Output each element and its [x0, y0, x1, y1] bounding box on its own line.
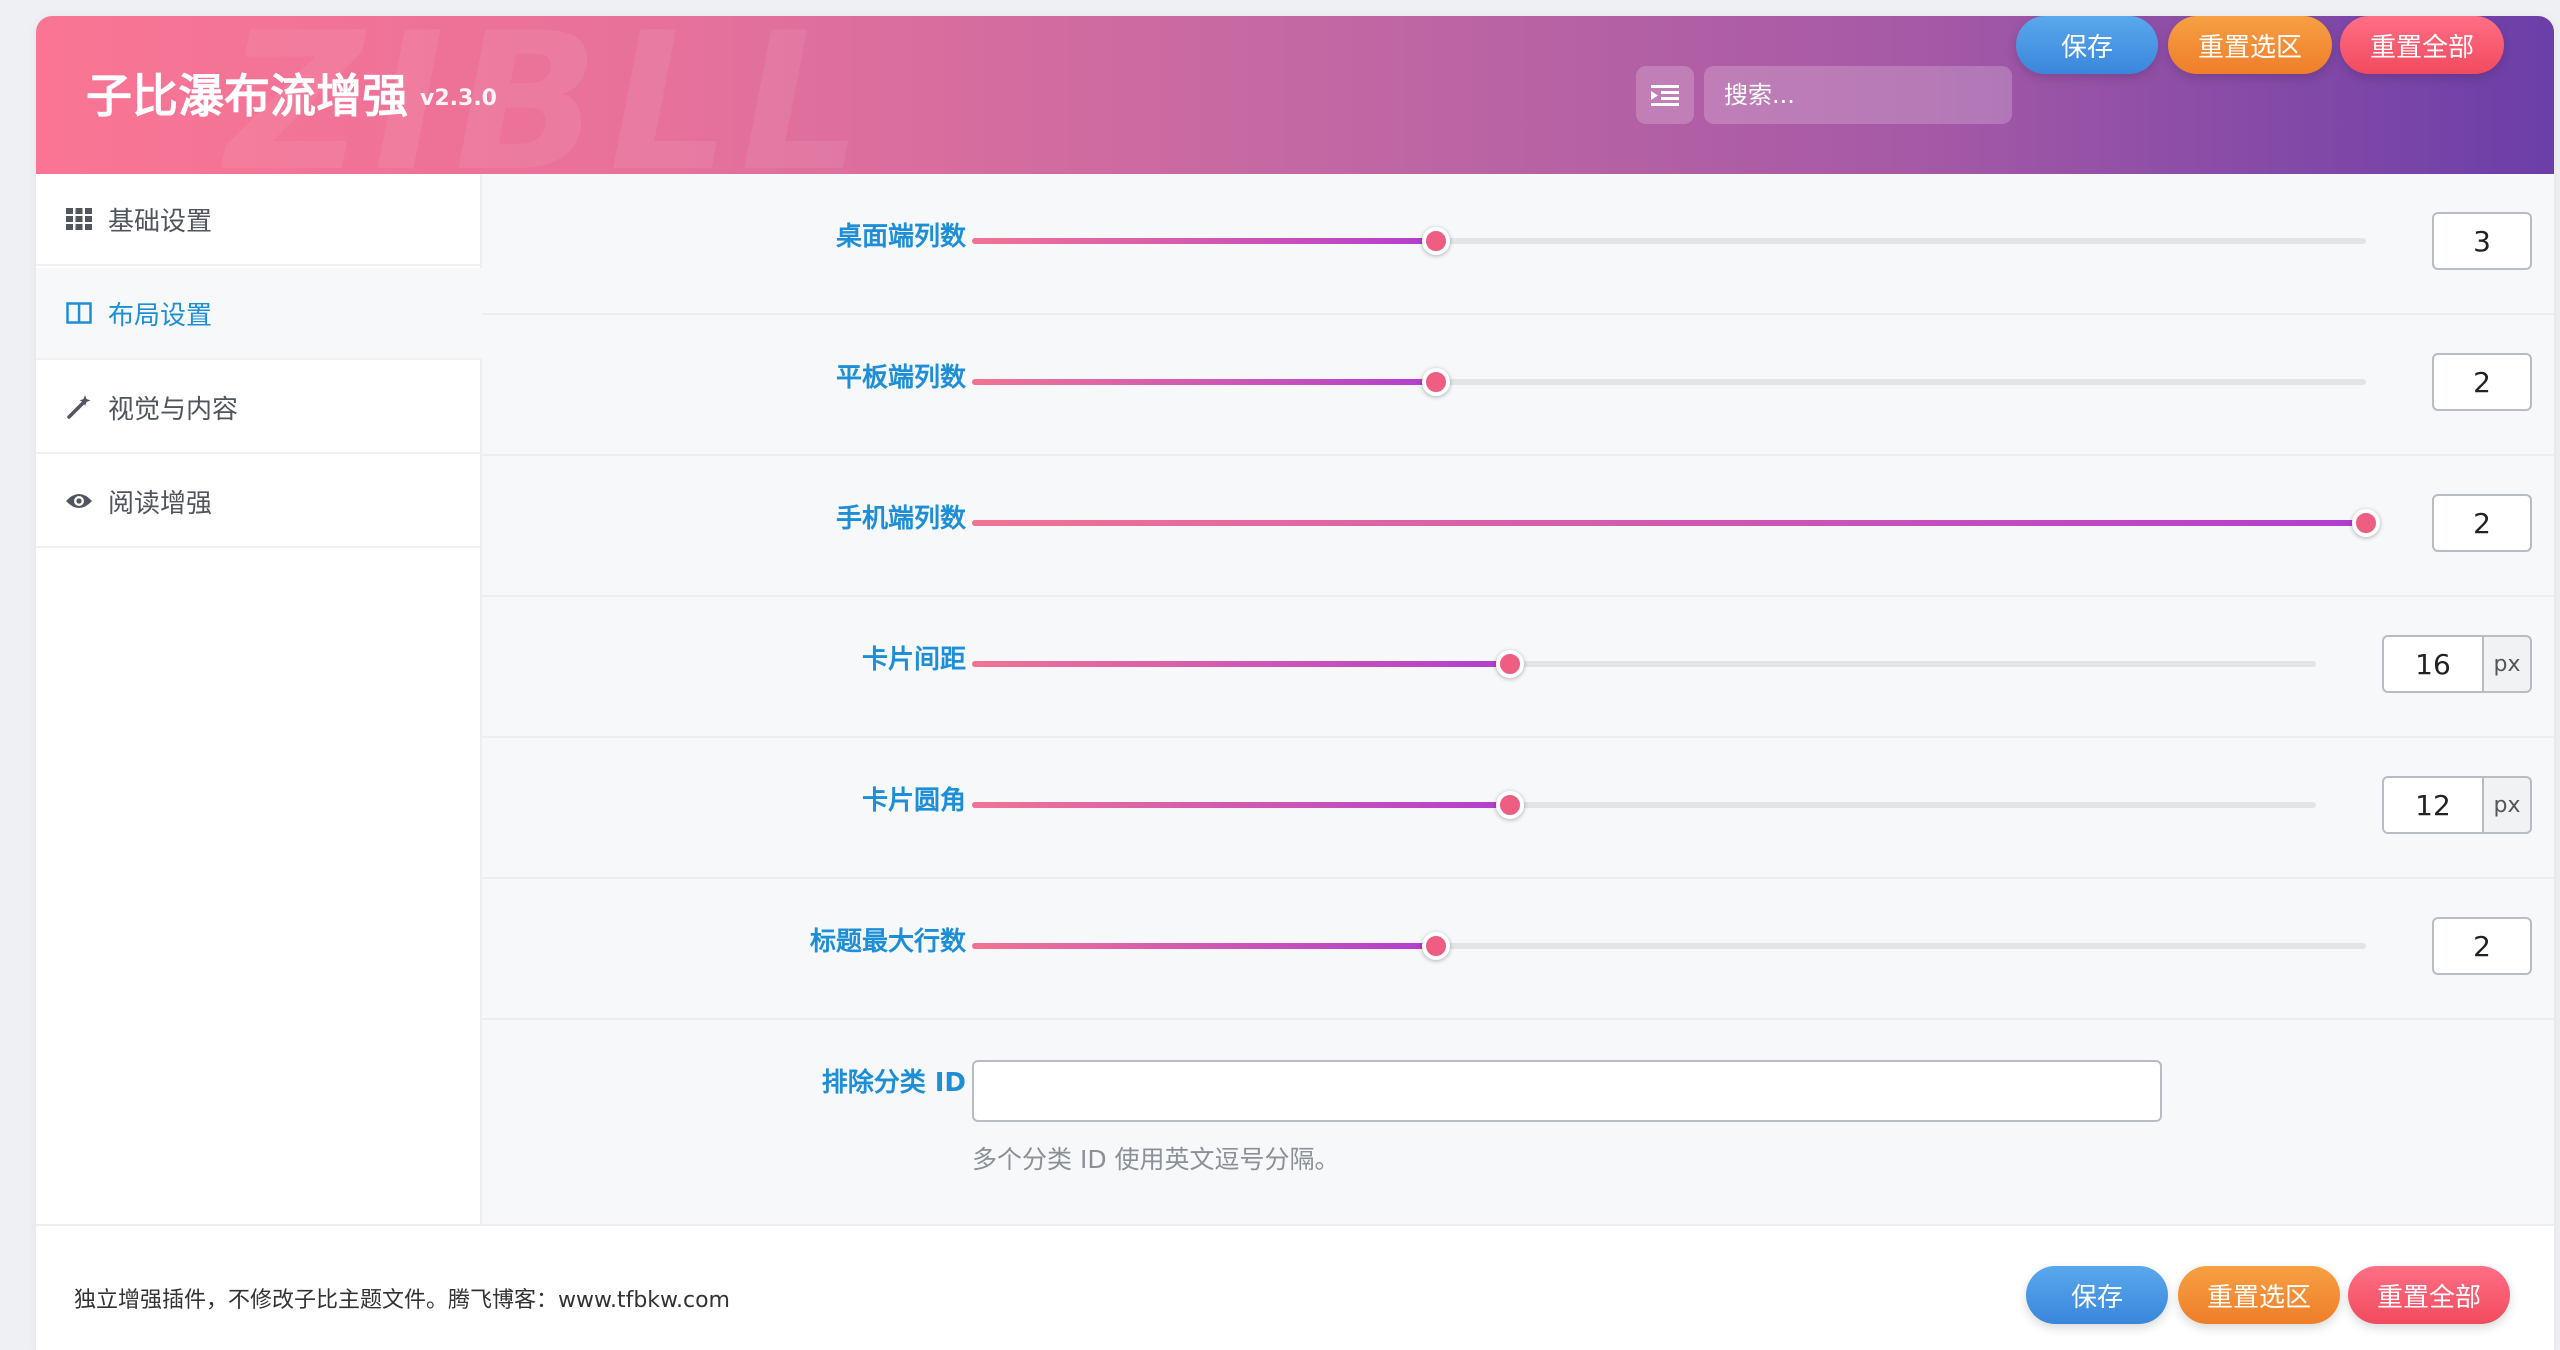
setting-label: 标题最大行数: [809, 927, 966, 957]
slider-thumb[interactable]: [1495, 791, 1524, 819]
tablet-columns-slider[interactable]: [972, 368, 2366, 396]
footer-reset-all-button[interactable]: 重置全部: [2348, 1266, 2510, 1324]
slider-thumb[interactable]: [2352, 509, 2380, 537]
search-input[interactable]: [1704, 66, 2012, 124]
header-bar: ZIBLL 子比瀑布流增强 v2.3.0 保存 重置选区 重置全部: [36, 16, 2554, 174]
app-title: 子比瀑布流增强: [86, 69, 408, 123]
footer-save-button[interactable]: 保存: [2026, 1266, 2168, 1324]
sidebar-item-basic[interactable]: 基础设置: [36, 174, 482, 266]
footer-note: 独立增强插件，不修改子比主题文件。腾飞博客：www.tfbkw.com: [74, 1288, 730, 1313]
tablet-columns-input[interactable]: 2: [2432, 353, 2532, 411]
unit-label: px: [2482, 635, 2532, 693]
eye-icon: [64, 486, 94, 516]
setting-row-desktop-columns: 桌面端列数 3: [482, 174, 2554, 315]
desktop-columns-input[interactable]: 3: [2432, 212, 2532, 270]
card-gap-input[interactable]: 16: [2382, 635, 2482, 693]
slider-fill: [972, 661, 1510, 667]
setting-row-exclude-category: 排除分类 ID 多个分类 ID 使用英文逗号分隔。: [482, 1020, 2554, 1224]
setting-label: 排除分类 ID: [821, 1068, 966, 1098]
slider-fill: [972, 238, 1437, 244]
setting-label: 平板端列数: [835, 363, 966, 393]
help-text: 多个分类 ID 使用英文逗号分隔。: [972, 1145, 1340, 1174]
unit-label: px: [2482, 776, 2532, 834]
sidebar-item-label: 阅读增强: [108, 488, 213, 519]
sidebar-item-label: 视觉与内容: [108, 394, 239, 425]
grid-icon: [64, 204, 94, 234]
setting-label: 桌面端列数: [835, 222, 966, 252]
footer-bar: 独立增强插件，不修改子比主题文件。腾飞博客：www.tfbkw.com 保存 重…: [36, 1224, 2554, 1350]
mobile-columns-input[interactable]: 2: [2432, 494, 2532, 552]
setting-label: 卡片间距: [861, 645, 966, 675]
sidebar-item-label: 基础设置: [108, 206, 213, 237]
slider-fill: [972, 379, 1437, 385]
settings-main: 桌面端列数 3 平板端列数 2 手机端列数 2 卡片间距 16 px 卡片圆角 …: [482, 174, 2554, 1224]
header-reset-all-button[interactable]: 重置全部: [2340, 16, 2504, 74]
slider-fill: [972, 943, 1437, 949]
slider-fill: [972, 520, 2366, 526]
footer-reset-section-button[interactable]: 重置选区: [2178, 1266, 2340, 1324]
slider-thumb[interactable]: [1495, 650, 1524, 678]
desktop-columns-slider[interactable]: [972, 227, 2366, 255]
magic-wand-icon: [64, 392, 94, 422]
setting-row-title-lines: 标题最大行数 2: [482, 879, 2554, 1020]
columns-icon: [64, 298, 94, 328]
slider-thumb[interactable]: [1422, 368, 1451, 396]
sidebar-item-visual[interactable]: 视觉与内容: [36, 362, 482, 454]
setting-row-card-gap: 卡片间距 16 px: [482, 597, 2554, 738]
setting-row-tablet-columns: 平板端列数 2: [482, 315, 2554, 456]
title-lines-input[interactable]: 2: [2432, 917, 2532, 975]
mobile-columns-slider[interactable]: [972, 509, 2380, 537]
sidebar-item-label: 布局设置: [108, 300, 213, 331]
header-save-button[interactable]: 保存: [2016, 16, 2158, 74]
slider-thumb[interactable]: [1422, 227, 1451, 255]
setting-label: 手机端列数: [835, 504, 966, 534]
indent-menu-icon: [1651, 85, 1679, 106]
app-version: v2.3.0: [420, 86, 497, 111]
header-reset-section-button[interactable]: 重置选区: [2168, 16, 2332, 74]
slider-fill: [972, 802, 1510, 808]
slider-thumb[interactable]: [1422, 932, 1451, 960]
setting-label: 卡片圆角: [861, 786, 966, 816]
sidebar-item-layout[interactable]: 布局设置: [36, 268, 482, 360]
card-radius-slider[interactable]: [972, 791, 2316, 819]
card-gap-slider[interactable]: [972, 650, 2316, 678]
title-lines-slider[interactable]: [972, 932, 2366, 960]
exclude-category-input[interactable]: [972, 1060, 2162, 1122]
setting-row-mobile-columns: 手机端列数 2: [482, 456, 2554, 597]
sidebar: 基础设置 布局设置 视觉与内容 阅读增强: [36, 174, 482, 1224]
card-radius-input[interactable]: 12: [2382, 776, 2482, 834]
sidebar-item-reading[interactable]: 阅读增强: [36, 456, 482, 548]
menu-toggle-button[interactable]: [1636, 66, 1694, 124]
setting-row-card-radius: 卡片圆角 12 px: [482, 738, 2554, 879]
settings-panel: ZIBLL 子比瀑布流增强 v2.3.0 保存 重置选区 重置全部: [36, 16, 2554, 1350]
